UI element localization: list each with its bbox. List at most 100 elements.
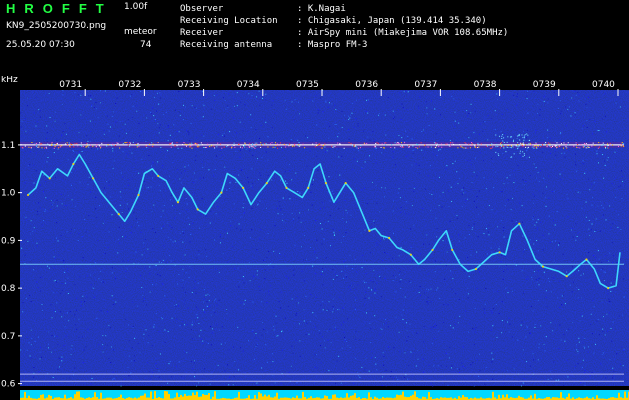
trace-point <box>388 236 391 240</box>
noise-dot <box>529 174 531 176</box>
noise-dot <box>323 238 325 240</box>
noise-dot <box>379 240 381 242</box>
trace-point <box>518 222 521 225</box>
noise-dot <box>267 136 269 138</box>
noise-dot <box>551 241 553 243</box>
noise-dot <box>126 268 128 270</box>
bottom-band-bar <box>398 395 400 400</box>
noise-dot <box>185 129 187 131</box>
carrier-dot <box>350 143 352 145</box>
noise-dot <box>135 162 137 164</box>
noise-dot <box>351 169 353 171</box>
noise-dot <box>257 204 259 206</box>
carrier-scatter <box>523 139 525 141</box>
noise-dot <box>341 110 343 112</box>
carrier-dot <box>41 143 43 145</box>
noise-dot <box>186 203 188 205</box>
noise-dot <box>61 289 63 291</box>
noise-dot <box>296 312 298 314</box>
noise-dot <box>91 105 93 107</box>
carrier-dot <box>384 142 386 144</box>
noise-dot <box>51 204 53 206</box>
carrier-dot <box>467 147 469 149</box>
noise-dot <box>95 196 97 198</box>
noise-dot <box>84 301 86 303</box>
noise-dot <box>319 208 321 210</box>
noise-dot <box>118 239 120 241</box>
noise-dot <box>392 377 394 379</box>
bottom-band-bar <box>180 394 182 400</box>
noise-dot <box>506 108 508 110</box>
noise-dot <box>387 326 389 328</box>
noise-dot <box>155 313 157 315</box>
noise-dot <box>543 271 545 273</box>
noise-dot <box>454 323 456 325</box>
bottom-band-bar <box>412 394 414 400</box>
noise-dot <box>240 229 242 231</box>
noise-dot <box>381 385 383 387</box>
noise-dot <box>617 214 619 216</box>
noise-dot <box>468 262 470 264</box>
noise-dot <box>228 349 230 351</box>
noise-dot <box>36 242 38 244</box>
noise-dot <box>24 152 26 154</box>
noise-dot <box>228 93 230 95</box>
noise-dot <box>444 278 446 280</box>
noise-dot <box>605 377 607 379</box>
noise-dot <box>190 329 192 331</box>
noise-dot <box>574 273 576 275</box>
carrier-dot <box>176 142 178 144</box>
bottom-band-bar <box>74 394 76 400</box>
noise-dot <box>548 215 550 217</box>
noise-dot <box>47 157 49 159</box>
noise-dot <box>341 155 343 157</box>
noise-dot <box>265 269 267 271</box>
carrier-dot <box>116 142 118 144</box>
noise-dot <box>539 114 541 116</box>
noise-dot <box>200 338 202 340</box>
noise-dot <box>322 300 324 302</box>
noise-dot <box>53 267 55 269</box>
noise-dot <box>552 277 554 279</box>
carrier-dot <box>445 143 447 145</box>
noise-dot <box>560 304 562 306</box>
noise-dot <box>571 228 573 230</box>
carrier-dot <box>184 143 186 145</box>
noise-dot <box>274 112 276 114</box>
carrier-dot <box>551 145 553 147</box>
noise-dot <box>164 329 166 331</box>
noise-dot <box>315 326 317 328</box>
noise-dot <box>305 334 307 336</box>
noise-dot <box>146 304 148 306</box>
noise-dot <box>303 280 305 282</box>
noise-dot <box>559 173 561 175</box>
noise-dot <box>604 93 606 95</box>
noise-dot <box>107 246 109 248</box>
noise-dot <box>237 369 239 371</box>
noise-dot <box>507 321 509 323</box>
carrier-dot <box>585 147 587 149</box>
noise-dot <box>549 153 551 155</box>
trace-point <box>451 248 454 252</box>
noise-dot <box>272 266 274 268</box>
noise-dot <box>216 155 218 157</box>
noise-dot <box>115 301 117 303</box>
noise-dot <box>61 360 63 362</box>
noise-dot <box>406 340 408 342</box>
noise-dot <box>37 336 39 338</box>
carrier-dot <box>575 142 577 144</box>
noise-dot <box>30 357 32 359</box>
noise-dot <box>468 276 470 278</box>
noise-dot <box>446 365 448 367</box>
noise-dot <box>167 126 169 128</box>
noise-dot <box>307 137 309 139</box>
noise-dot <box>454 120 456 122</box>
carrier-dot <box>261 144 263 146</box>
carrier-dot <box>79 144 81 146</box>
noise-dot <box>539 109 541 111</box>
noise-dot <box>289 198 291 200</box>
noise-dot <box>526 157 528 159</box>
noise-dot <box>227 261 229 263</box>
carrier-dot <box>384 147 386 149</box>
noise-dot <box>276 207 278 209</box>
